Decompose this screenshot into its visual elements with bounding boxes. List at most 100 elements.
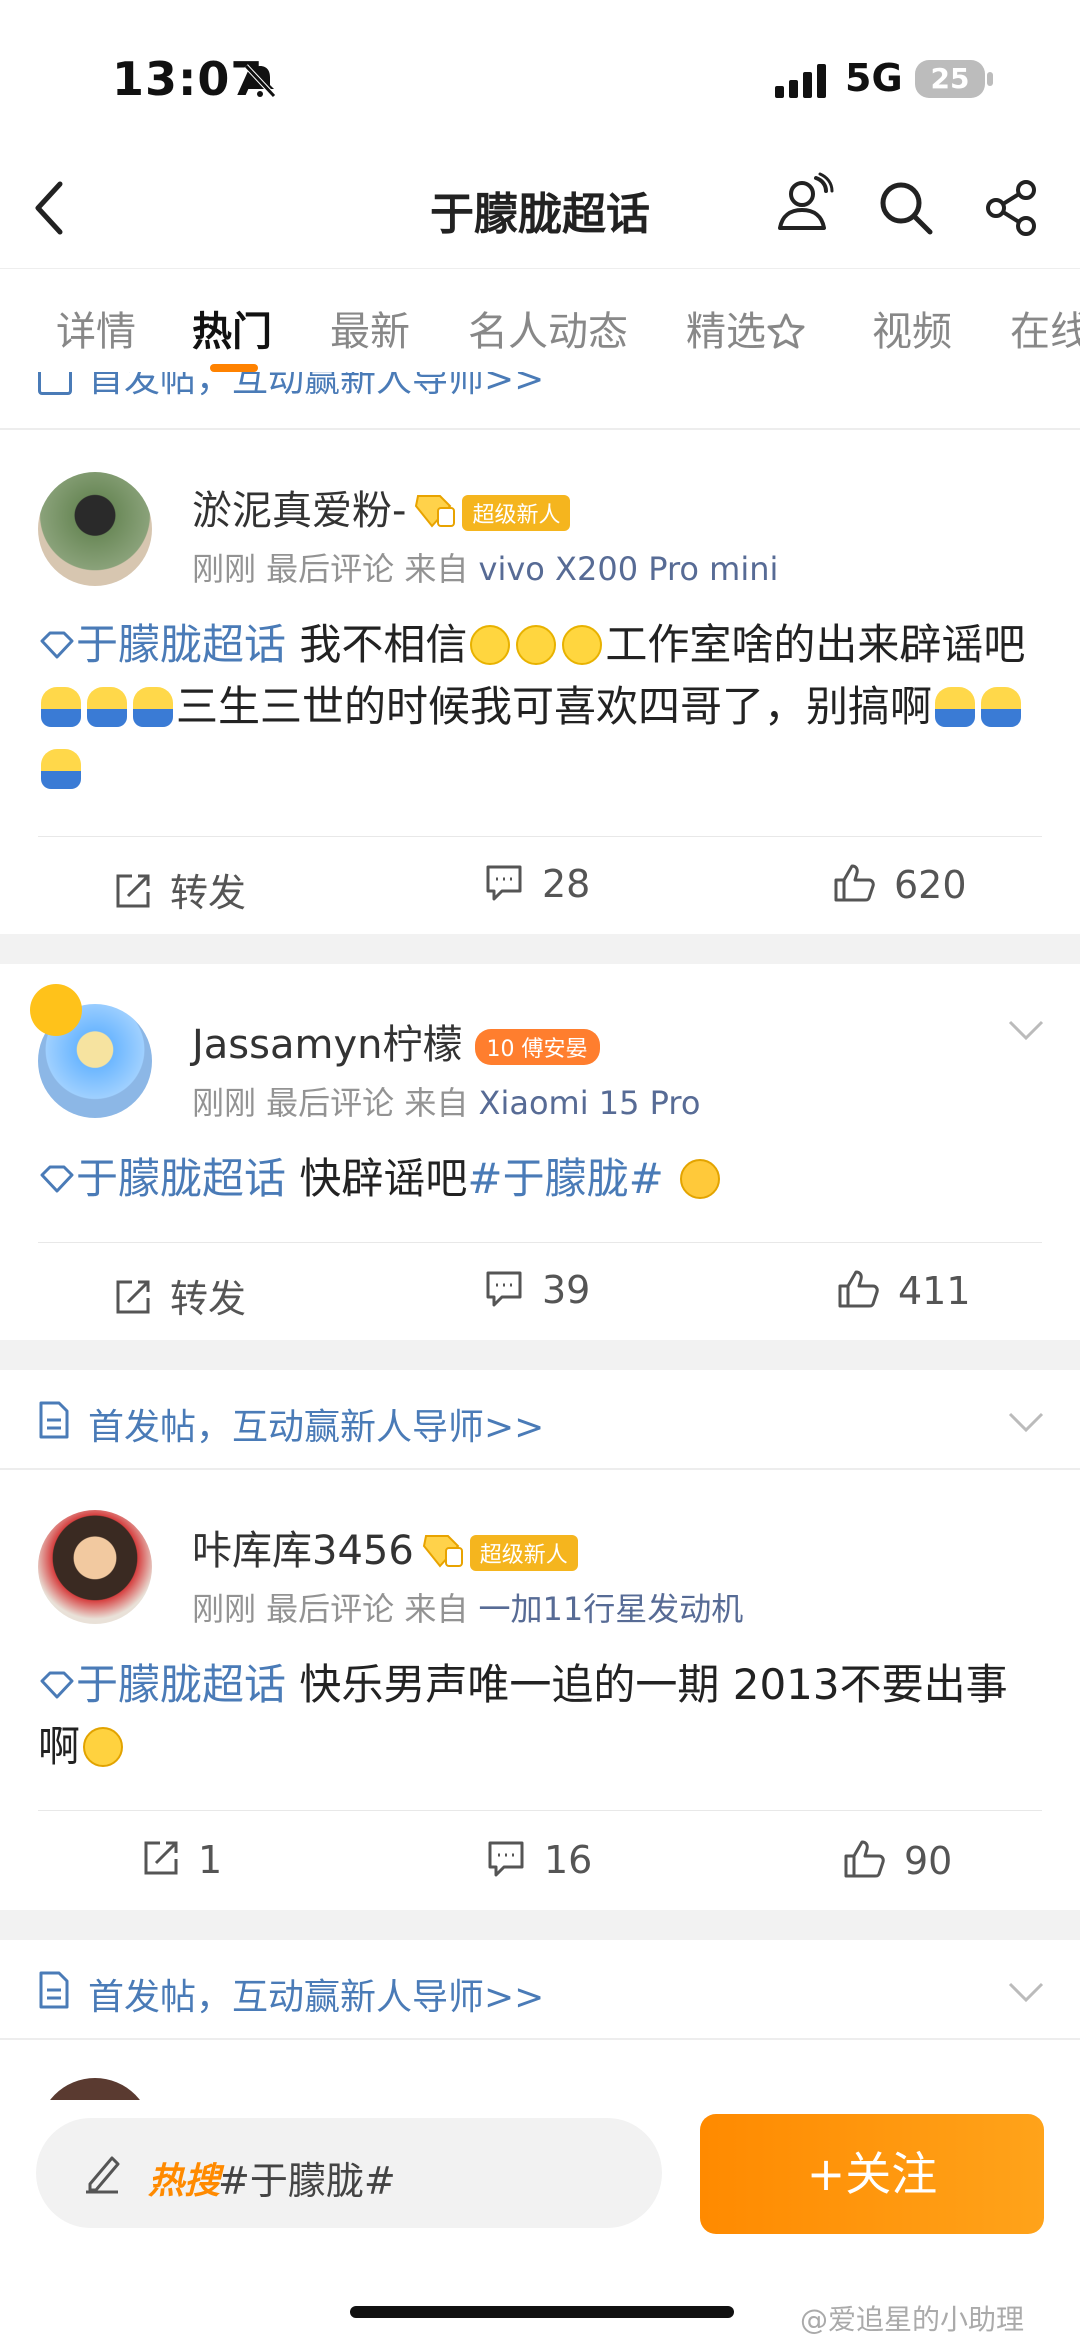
- repost-button[interactable]: 转发: [112, 862, 246, 917]
- post-username[interactable]: Jassamyn柠檬 10 傅安晏: [192, 1012, 600, 1070]
- share-icon[interactable]: [984, 178, 1040, 238]
- crying-emoji-icon: [83, 1727, 124, 1767]
- chevron-down-icon[interactable]: [1006, 1410, 1046, 1436]
- post-meta: 刚刚 最后评论 来自 vivo X200 Pro mini: [192, 544, 778, 590]
- repost-count: 1: [198, 1838, 223, 1882]
- document-icon: [38, 372, 72, 395]
- bell-muted-icon: [240, 60, 280, 100]
- repost-label: 转发: [170, 871, 247, 915]
- username-text: 咔库库3456: [192, 1528, 414, 1574]
- section-gap: [0, 1340, 1080, 1370]
- source-device: vivo X200 Pro mini: [478, 550, 779, 588]
- repost-button[interactable]: 1: [140, 1838, 222, 1882]
- sleepy-emoji-icon: [981, 687, 1022, 727]
- repost-icon: [144, 1841, 178, 1875]
- smile-emoji-icon: [562, 625, 603, 665]
- follow-button[interactable]: +关注: [700, 2114, 1044, 2234]
- divider: [38, 1810, 1042, 1811]
- battery-tip: [987, 72, 993, 86]
- post-text-1: 我不相信: [299, 620, 468, 669]
- topic-link[interactable]: 于朦胧超话: [38, 620, 286, 669]
- thumbs-up-icon: [834, 864, 875, 902]
- comment-count: 28: [542, 862, 591, 906]
- document-icon: [39, 1401, 69, 1439]
- hot-search-topic: #于朦胧#: [218, 2159, 396, 2203]
- sleepy-emoji-icon: [41, 749, 81, 789]
- thumbs-up-icon: [844, 1840, 885, 1878]
- source-device: Xiaomi 15 Pro: [478, 1084, 701, 1122]
- topic-link[interactable]: 于朦胧超话: [38, 1154, 286, 1203]
- meta-text: 刚刚 最后评论 来自: [192, 1084, 469, 1122]
- username-text: 淤泥真爱粉-: [192, 488, 407, 534]
- sleepy-emoji-icon: [41, 687, 81, 727]
- divider: [38, 1242, 1042, 1243]
- post-username[interactable]: 咔库库3456 超级新人: [192, 1518, 578, 1576]
- sleepy-emoji-icon: [87, 687, 127, 727]
- star-icon: [767, 313, 805, 349]
- like-button[interactable]: 620: [832, 862, 967, 907]
- post-text-3: 三生三世的时候我可喜欢四哥了，别搞啊: [176, 682, 933, 731]
- fan-level: 10: [486, 1037, 515, 1062]
- tab-online[interactable]: 在线: [1010, 299, 1080, 357]
- level-badge-icon: [415, 495, 456, 528]
- pray-emoji-icon: [680, 1159, 721, 1199]
- diamond-icon: [40, 1671, 74, 1699]
- comment-button[interactable]: 16: [486, 1838, 592, 1882]
- signal-icon: [775, 62, 835, 102]
- tab-celebrity[interactable]: 名人动态: [468, 299, 628, 357]
- comment-button[interactable]: 28: [484, 862, 590, 906]
- avatar[interactable]: [38, 472, 152, 586]
- smile-emoji-icon: [516, 625, 557, 665]
- sleepy-emoji-icon: [133, 687, 173, 727]
- repost-icon: [116, 1280, 150, 1314]
- post-body[interactable]: 于朦胧超话 快乐男声唯一追的一期 2013不要出事啊: [38, 1654, 1048, 1778]
- post-meta: 刚刚 最后评论 来自 Xiaomi 15 Pro: [192, 1078, 700, 1124]
- pencil-icon: [86, 2156, 120, 2194]
- diamond-icon: [40, 631, 74, 659]
- chat-group-icon[interactable]: [772, 172, 836, 236]
- repost-button[interactable]: 转发: [112, 1268, 246, 1323]
- divider: [0, 428, 1080, 430]
- username-text: Jassamyn柠檬: [192, 1022, 463, 1068]
- tab-latest[interactable]: 最新: [330, 299, 410, 357]
- comment-icon: [488, 1841, 524, 1877]
- topic-text: 于朦胧超话: [76, 1154, 287, 1203]
- level-badge-icon: [422, 1535, 463, 1568]
- like-button[interactable]: 90: [842, 1838, 952, 1883]
- notice-banner[interactable]: 首发帖，互动赢新人导师>>: [0, 1370, 1080, 1468]
- notice-text: 首发帖，互动赢新人导师>>: [88, 1407, 545, 1448]
- post-text-2: 工作室啥的出来辟谣吧: [605, 620, 1026, 669]
- active-tab-indicator: [210, 364, 258, 372]
- divider: [0, 2038, 1080, 2040]
- tab-video[interactable]: 视频: [872, 299, 952, 357]
- document-icon: [39, 1971, 69, 2009]
- tab-details[interactable]: 详情: [56, 299, 136, 357]
- chevron-down-icon[interactable]: [1006, 1018, 1046, 1044]
- avatar[interactable]: [38, 1510, 152, 1624]
- tab-selected-label: 精选: [686, 309, 766, 355]
- notice-partial-text: 首发帖，互动赢新人导师>>: [88, 372, 545, 400]
- notice-banner[interactable]: 首发帖，互动赢新人导师>>: [0, 1940, 1080, 2038]
- post-meta: 刚刚 最后评论 来自 一加11行星发动机: [192, 1584, 743, 1630]
- notice-partial[interactable]: 首发帖，互动赢新人导师>>: [0, 372, 1080, 430]
- repost-icon: [116, 874, 150, 908]
- post-body[interactable]: 于朦胧超话 快辟谣吧#于朦胧#: [38, 1148, 1048, 1210]
- hashtag-link[interactable]: #于朦胧#: [467, 1154, 663, 1203]
- comment-button[interactable]: 39: [484, 1268, 590, 1312]
- like-button[interactable]: 411: [836, 1268, 971, 1313]
- diamond-icon: [40, 1165, 74, 1193]
- source-device: 一加11行星发动机: [478, 1590, 744, 1628]
- post-text-1: 快辟谣吧: [299, 1154, 468, 1203]
- home-indicator: [350, 2306, 734, 2318]
- meta-text: 刚刚 最后评论 来自: [192, 550, 469, 588]
- topic-link[interactable]: 于朦胧超话: [38, 1660, 286, 1709]
- post-username[interactable]: 淤泥真爱粉- 超级新人: [192, 478, 571, 536]
- watermark: @爱追星的小助理: [800, 2303, 1025, 2336]
- tab-hot[interactable]: 热门: [192, 299, 272, 357]
- tab-selected[interactable]: 精选: [686, 299, 806, 357]
- topic-text: 于朦胧超话: [76, 620, 287, 669]
- chevron-down-icon[interactable]: [1006, 1980, 1046, 2006]
- search-icon[interactable]: [876, 178, 936, 238]
- post-body[interactable]: 于朦胧超话 我不相信 工作室啥的出来辟谣吧 三生三世的时候我可喜欢四哥了，别搞啊: [38, 614, 1048, 800]
- like-count: 620: [894, 863, 967, 907]
